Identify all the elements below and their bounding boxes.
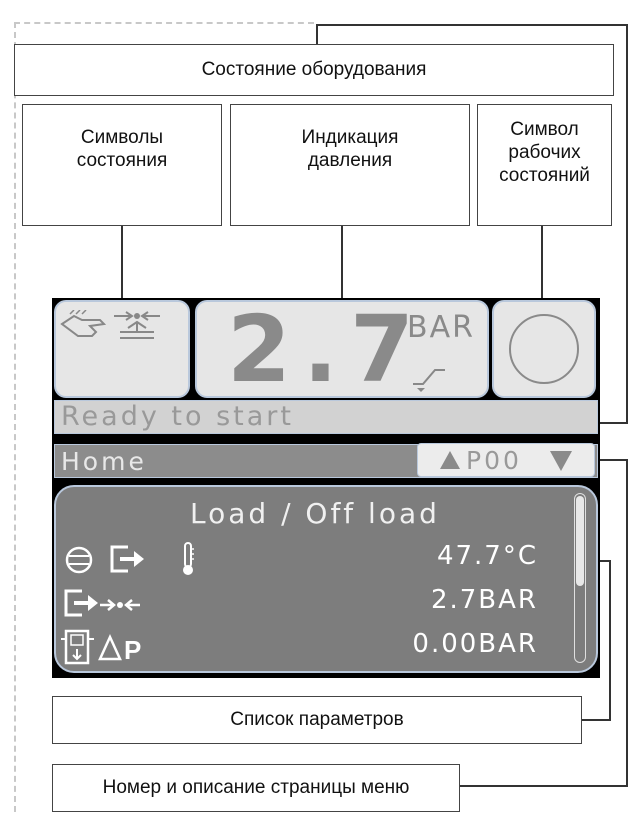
outlet-icon — [110, 545, 144, 573]
label-equipment-state: Состояние оборудования — [14, 44, 614, 96]
dashed-frame-top — [14, 22, 314, 26]
connector-param-bottom — [580, 719, 611, 721]
label-pressure-indication: Индикация давления — [230, 104, 470, 226]
compressor-icon — [65, 546, 93, 574]
menu-bar: Home P00 — [54, 443, 598, 478]
delta-p-icon: P — [98, 633, 141, 663]
connector-right-vertical-top — [626, 24, 628, 424]
pressure-panel: 2.7 BAR — [195, 296, 489, 403]
parameter-row: 2.7BAR — [56, 583, 596, 625]
connector-menu-right-vertical — [626, 459, 628, 786]
label-pressure-indication-text: Индикация давления — [301, 127, 399, 171]
label-menu-page: Номер и описание страницы меню — [52, 764, 460, 812]
pressure-value: 2.7 — [227, 296, 426, 403]
thermometer-icon — [183, 542, 194, 575]
svg-text:P: P — [124, 635, 141, 663]
status-bar: Ready to start — [54, 400, 598, 434]
parameter-value: 2.7BAR — [430, 585, 538, 615]
dashed-frame-left — [14, 22, 22, 812]
outlet-icon — [64, 589, 98, 617]
connector-status-bar-link — [598, 422, 628, 424]
label-parameter-list: Список параметров — [52, 696, 582, 744]
page-number: P00 — [466, 446, 522, 475]
page-up-icon[interactable] — [438, 449, 462, 473]
page-down-icon[interactable] — [548, 449, 574, 473]
parameter-row: P 0.00BAR — [56, 627, 596, 669]
page-selector[interactable]: P00 — [417, 443, 595, 477]
operating-state-panel — [492, 300, 596, 398]
filter-icon — [61, 629, 94, 665]
label-status-symbols-text: Символы состояния — [76, 127, 168, 171]
label-operating-state-symbol: Символ рабочих состояний — [477, 104, 612, 226]
parameter-value: 47.7°C — [436, 541, 538, 571]
hand-service-icon — [60, 310, 107, 337]
connector-param-right-vertical — [609, 560, 611, 720]
operating-state-circle-icon — [509, 314, 579, 384]
status-symbols-panel — [54, 300, 190, 398]
connector-top-vertical-left — [316, 24, 318, 46]
status-text: Ready to start — [61, 401, 294, 432]
pressure-sensor-icon — [100, 599, 140, 611]
connector-status-symbols — [121, 226, 123, 308]
parameter-row: 47.7°C — [56, 539, 596, 581]
connector-top-horizontal — [316, 24, 628, 26]
label-menu-page-text: Номер и описание страницы меню — [102, 776, 410, 798]
connector-pressure — [341, 226, 343, 304]
label-operating-state-symbol-text: Символ рабочих состояний — [499, 119, 590, 186]
label-parameter-list-text: Список параметров — [230, 708, 404, 730]
label-equipment-state-text: Состояние оборудования — [201, 58, 427, 80]
connector-operating-symbol — [541, 226, 543, 302]
parameters-title: Load / Off load — [190, 497, 440, 530]
parameter-panel: Load / Off load 47.7°C 2.7BAR P 0.00BAR — [54, 485, 598, 673]
connector-menu-bottom — [458, 785, 628, 787]
menu-title: Home — [61, 447, 147, 476]
pressure-unit: BAR — [407, 310, 475, 345]
label-status-symbols: Символы состояния — [22, 104, 222, 226]
pressure-trend-icon — [413, 369, 445, 392]
connector-menu-top — [596, 459, 628, 461]
parameter-value: 0.00BAR — [412, 629, 538, 659]
flow-valve-icon — [114, 311, 160, 339]
